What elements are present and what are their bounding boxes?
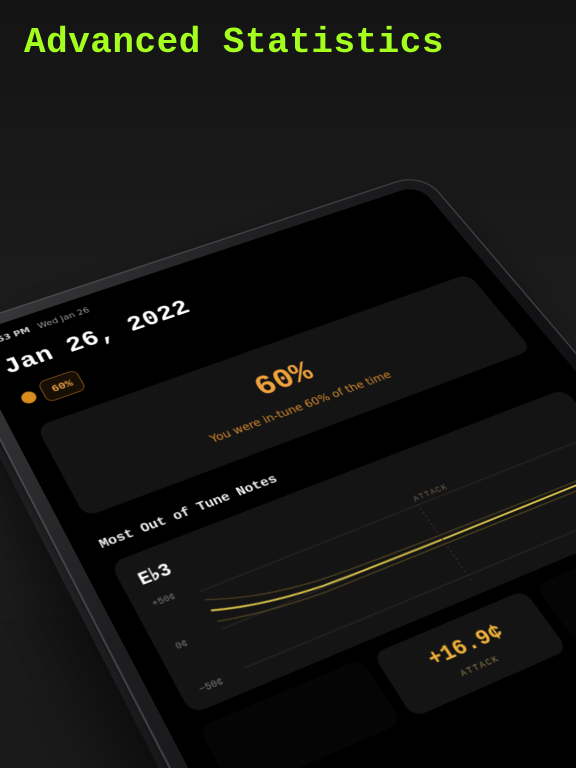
accuracy-chip[interactable]: 60%	[37, 369, 87, 403]
y-tick-top: +50¢	[151, 585, 197, 610]
chart-y-axis: +50¢ 0¢ −50¢	[151, 585, 246, 697]
tablet-screen: 7:53 PM Wed Jan 26 Jan 26, 2022 60% 60% …	[0, 185, 576, 768]
y-tick-mid: 0¢	[174, 626, 221, 652]
hero-title: Advanced Statistics	[24, 22, 444, 63]
y-tick-bot: −50¢	[198, 669, 246, 696]
profile-avatar-icon[interactable]	[19, 390, 39, 406]
tablet-device: 7:53 PM Wed Jan 26 Jan 26, 2022 60% 60% …	[0, 173, 576, 768]
